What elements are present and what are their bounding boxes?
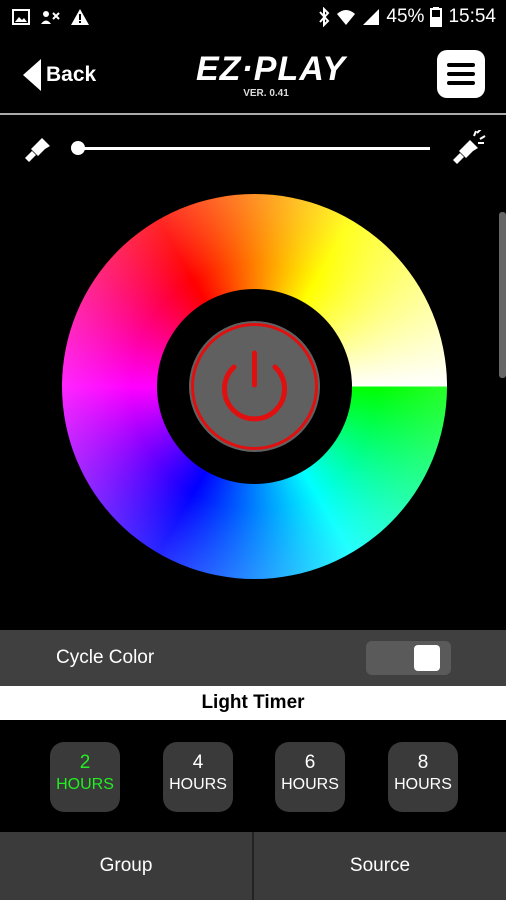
- back-button[interactable]: Back: [22, 58, 96, 92]
- brightness-slider-track[interactable]: [78, 147, 430, 150]
- timer-value: 8: [417, 752, 429, 773]
- flashlight-dim-icon: [25, 138, 50, 162]
- timer-8-hours-button[interactable]: 8 HOURS: [388, 742, 458, 812]
- back-label: Back: [46, 63, 97, 86]
- app-logo: EZ·PLAY VER. 0.41: [196, 50, 346, 99]
- clock: 15:54: [448, 6, 496, 27]
- header-divider: [0, 113, 506, 115]
- timer-unit: HOURS: [394, 776, 452, 793]
- bluetooth-icon: [319, 7, 330, 27]
- cycle-color-label: Cycle Color: [56, 647, 155, 668]
- status-bar: 45% 15:54: [0, 0, 506, 36]
- timer-unit: HOURS: [169, 776, 227, 793]
- power-button[interactable]: [189, 321, 320, 452]
- tab-group[interactable]: Group: [0, 832, 252, 900]
- tab-source[interactable]: Source: [254, 832, 506, 900]
- back-arrow-icon: [23, 59, 41, 91]
- warning-icon: [71, 9, 89, 25]
- timer-unit: HOURS: [56, 776, 114, 793]
- flashlight-bright-icon: [453, 130, 486, 164]
- cycle-color-toggle[interactable]: [366, 641, 451, 675]
- vpn-icon: [41, 11, 60, 24]
- bottom-tabs: Group Source: [0, 832, 506, 900]
- timer-4-hours-button[interactable]: 4 HOURS: [163, 742, 233, 812]
- battery-percent: 45%: [386, 6, 425, 27]
- brightness-row: [0, 128, 506, 170]
- timer-value: 4: [192, 752, 204, 773]
- cycle-color-row: Cycle Color: [0, 630, 506, 686]
- signal-icon: [363, 9, 380, 25]
- toggle-knob: [414, 645, 440, 671]
- battery-icon: [430, 7, 443, 27]
- power-icon: [191, 323, 318, 450]
- timer-2-hours-button[interactable]: 2 HOURS: [50, 742, 120, 812]
- version-label: VER. 0.41: [243, 88, 289, 99]
- color-wheel[interactable]: [62, 194, 447, 579]
- wifi-icon: [337, 10, 356, 25]
- image-icon: [12, 9, 30, 25]
- logo-text: EZ·PLAY: [196, 50, 346, 88]
- scroll-indicator[interactable]: [499, 212, 506, 378]
- menu-button[interactable]: [437, 50, 485, 98]
- light-timer-title: Light Timer: [0, 686, 506, 720]
- timer-options: 2 HOURS 4 HOURS 6 HOURS 8 HOURS: [0, 720, 506, 832]
- app-header: Back EZ·PLAY VER. 0.41: [0, 36, 506, 112]
- timer-value: 2: [79, 752, 91, 773]
- brightness-slider-handle[interactable]: [71, 141, 85, 155]
- timer-value: 6: [304, 752, 316, 773]
- timer-6-hours-button[interactable]: 6 HOURS: [275, 742, 345, 812]
- timer-unit: HOURS: [281, 776, 339, 793]
